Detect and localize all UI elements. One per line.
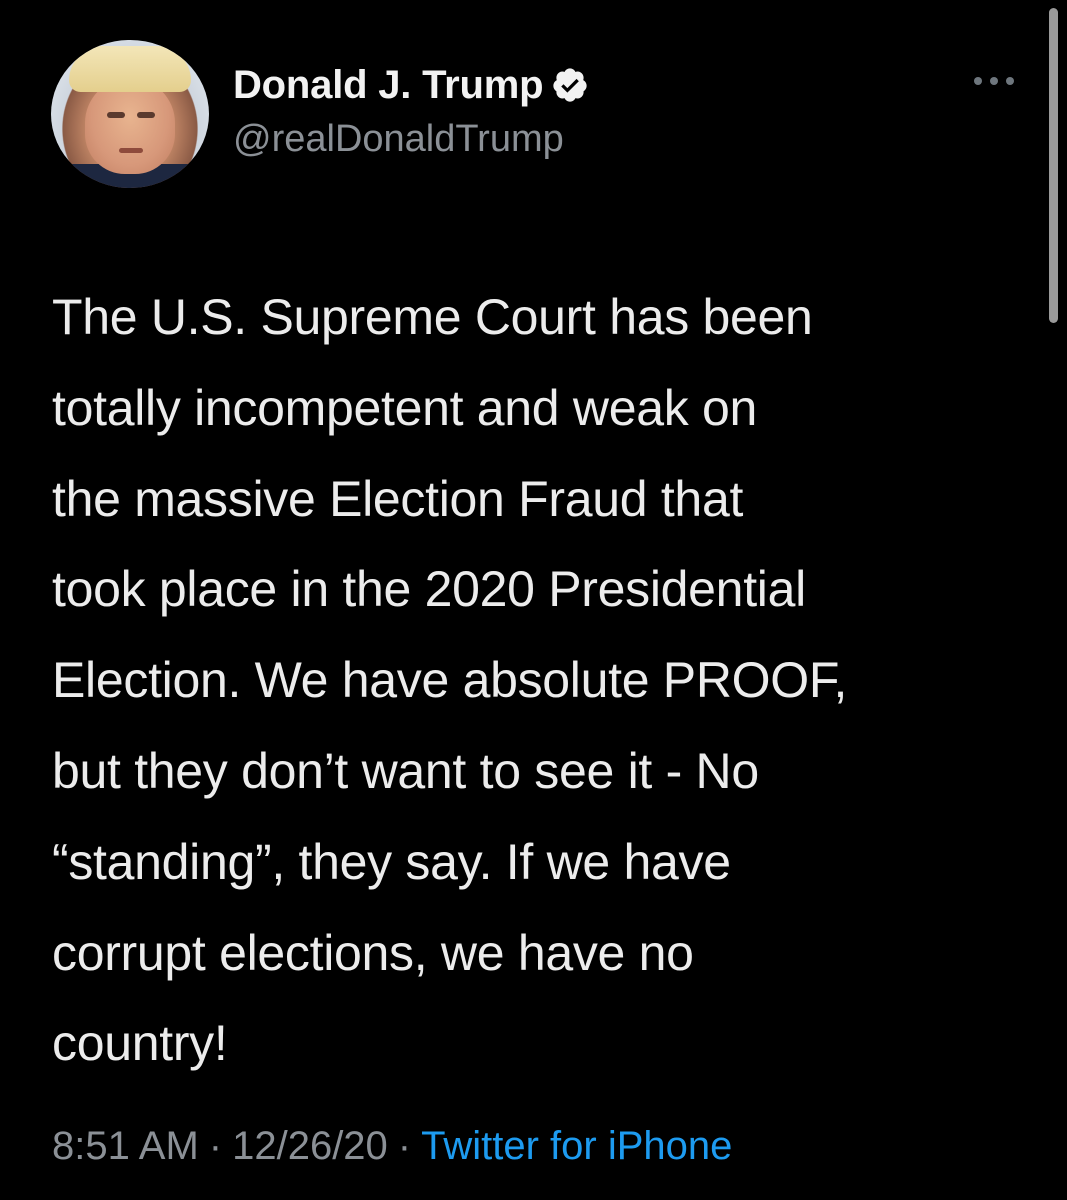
tweet-meta: 8:51 AM · 12/26/20 · Twitter for iPhone <box>52 1124 732 1169</box>
scrollbar[interactable] <box>1049 8 1058 323</box>
author-handle[interactable]: @realDonaldTrump <box>233 118 564 161</box>
tweet-text: The U.S. Supreme Court has been totally … <box>52 272 1012 1089</box>
tweet-time[interactable]: 8:51 AM <box>52 1124 199 1168</box>
tweet-text-line: totally incompetent and weak on <box>52 379 758 436</box>
avatar-mouth <box>119 148 143 153</box>
tweet-date[interactable]: 12/26/20 <box>232 1124 388 1168</box>
author-display-name[interactable]: Donald J. Trump <box>233 63 544 108</box>
tweet-text-line: The U.S. Supreme Court has been <box>52 289 813 345</box>
avatar-eye-right <box>137 112 155 118</box>
avatar[interactable] <box>51 40 209 188</box>
avatar-eye-left <box>107 112 125 118</box>
more-dot <box>974 77 982 85</box>
meta-separator: · <box>208 1124 223 1168</box>
tweet-text-line: the massive Election Fraud that <box>52 470 744 527</box>
tweet-text-line: “standing”, they say. If we have <box>52 833 731 890</box>
tweet-text-line: Election. We have absolute PROOF, <box>52 652 848 709</box>
tweet-source-link[interactable]: Twitter for iPhone <box>421 1124 732 1168</box>
author-name-row[interactable]: Donald J. Trump <box>233 60 589 110</box>
meta-separator: · <box>397 1124 412 1168</box>
tweet-text-line: but they don’t want to see it - No <box>52 742 759 799</box>
verified-badge-icon <box>551 66 589 104</box>
more-dot <box>1006 77 1014 85</box>
tweet-text-line: corrupt elections, we have no <box>52 924 694 981</box>
tweet-detail: Donald J. Trump @realDonaldTrump The U.S… <box>0 0 1067 1200</box>
avatar-hair <box>69 46 191 92</box>
more-dot <box>990 77 998 85</box>
avatar-face <box>85 78 175 174</box>
more-options-icon[interactable] <box>974 74 1014 88</box>
tweet-text-line: country! <box>52 1015 228 1072</box>
tweet-text-line: took place in the 2020 Presidential <box>52 561 806 618</box>
